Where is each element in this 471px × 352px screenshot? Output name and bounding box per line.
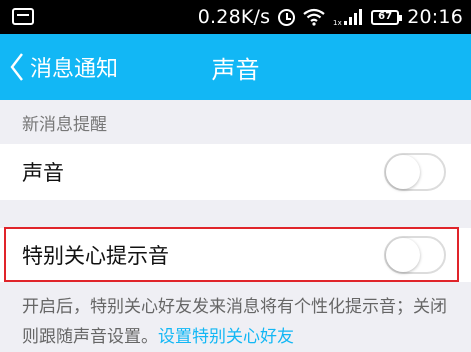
special-care-sound-label: 特别关心提示音	[22, 244, 169, 268]
alarm-icon	[278, 8, 296, 26]
footer-note: 开启后，特别关心好友发来消息将有个性化提示音；关闭 则跟随声音设置。设置特别关心…	[22, 292, 462, 352]
network-speed: 0.28K/s	[197, 6, 271, 28]
title-bar: 消息通知 声音	[0, 34, 471, 100]
footer-line-2: 则跟随声音设置。设置特别关心好友	[22, 322, 462, 352]
battery-level: 67	[378, 11, 393, 22]
section-header: 新消息提醒	[22, 114, 107, 135]
sound-toggle[interactable]	[384, 153, 446, 191]
signal-icon: 1x	[333, 8, 363, 26]
sound-setting-label: 声音	[22, 161, 64, 185]
sound-setting-row[interactable]: 声音	[0, 144, 471, 200]
clock: 20:16	[407, 6, 463, 28]
special-care-sound-toggle[interactable]	[384, 236, 446, 274]
set-special-care-friends-link[interactable]: 设置特别关心好友	[158, 327, 294, 347]
signal-type-label: 1x	[333, 19, 342, 26]
footer-line-2-text: 则跟随声音设置。	[22, 327, 158, 347]
chevron-left-icon	[10, 52, 24, 82]
footer-line-1: 开启后，特别关心好友发来消息将有个性化提示音；关闭	[22, 297, 447, 317]
toggle-knob	[386, 238, 420, 272]
wifi-icon	[303, 8, 325, 26]
back-label: 消息通知	[30, 57, 119, 82]
back-button[interactable]: 消息通知	[10, 34, 118, 100]
toggle-knob	[386, 155, 420, 189]
screenshot-icon	[12, 8, 34, 25]
status-bar: 0.28K/s 1x 67 20:16	[0, 0, 471, 34]
status-bar-right: 0.28K/s 1x 67 20:16	[198, 0, 463, 34]
battery-icon: 67	[371, 9, 403, 25]
special-care-sound-row[interactable]: 特别关心提示音	[0, 228, 471, 282]
